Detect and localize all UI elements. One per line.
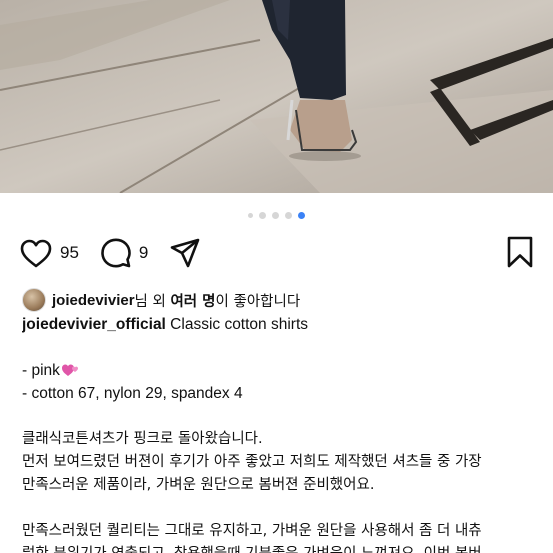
liked-by-text-suffix: 이 좋아합니다 <box>215 293 301 310</box>
like-button[interactable]: 95 <box>20 239 79 268</box>
body-line: 럴한 분위기가 연출되고, 착용했을때 기분좋은 가벼움이 느껴져요. 이번 봄… <box>22 543 535 553</box>
share-button[interactable] <box>170 238 200 268</box>
caption-header: joiedevivier_official Classic cotton shi… <box>22 313 535 336</box>
body-line: 먼저 보여드렸던 버젼이 후기가 아주 좋았고 저희도 제작했던 셔츠들 중 가… <box>22 454 482 470</box>
action-bar: 95 9 <box>20 236 533 270</box>
comment-button[interactable]: 9 <box>101 238 148 268</box>
comments-count[interactable]: 9 <box>139 243 148 263</box>
bookmark-icon <box>507 236 533 268</box>
body-line: 만족스러운 제품이라, 가벼운 원단으로 봄버젼 준비했어요. <box>22 477 375 493</box>
liker-avatar[interactable] <box>22 288 46 312</box>
body-line: 클래식코튼셔츠가 핑크로 돌아왔습니다. <box>22 431 263 447</box>
bookmark-button[interactable] <box>507 236 533 273</box>
comment-icon <box>101 238 131 268</box>
detail-line: - cotton 67, nylon 29, spandex 4 <box>22 385 243 402</box>
heart-icon <box>20 239 52 267</box>
caption-title: Classic cotton shirts <box>165 316 309 333</box>
liked-by-text: 님 외 <box>134 293 171 310</box>
carousel-dot[interactable] <box>285 211 292 219</box>
liked-by-others-link[interactable]: 여러 명 <box>170 290 215 311</box>
body-line: 만족스러웠던 퀄리티는 그대로 유지하고, 가벼운 원단을 사용해서 좀 더 내… <box>22 523 482 539</box>
detail-line: - pink <box>22 359 535 382</box>
author-username[interactable]: joiedevivier_official <box>22 316 166 333</box>
liker-username[interactable]: joiedevivier <box>52 292 135 309</box>
carousel-dot[interactable] <box>272 211 279 219</box>
carousel-dot[interactable] <box>248 212 253 218</box>
carousel-dot-active[interactable] <box>298 211 305 219</box>
carousel-indicator <box>0 208 553 222</box>
pink-hearts-emoji-icon <box>61 364 78 376</box>
liked-by-row: joiedevivier 님 외 여러 명 이 좋아합니다 <box>22 286 300 314</box>
post-caption: joiedevivier_official Classic cotton shi… <box>22 313 535 553</box>
likes-count[interactable]: 95 <box>60 243 79 263</box>
photo-floor-image <box>0 0 553 193</box>
send-icon <box>171 238 200 268</box>
carousel-dot[interactable] <box>259 211 266 219</box>
post-photo[interactable] <box>0 0 553 193</box>
